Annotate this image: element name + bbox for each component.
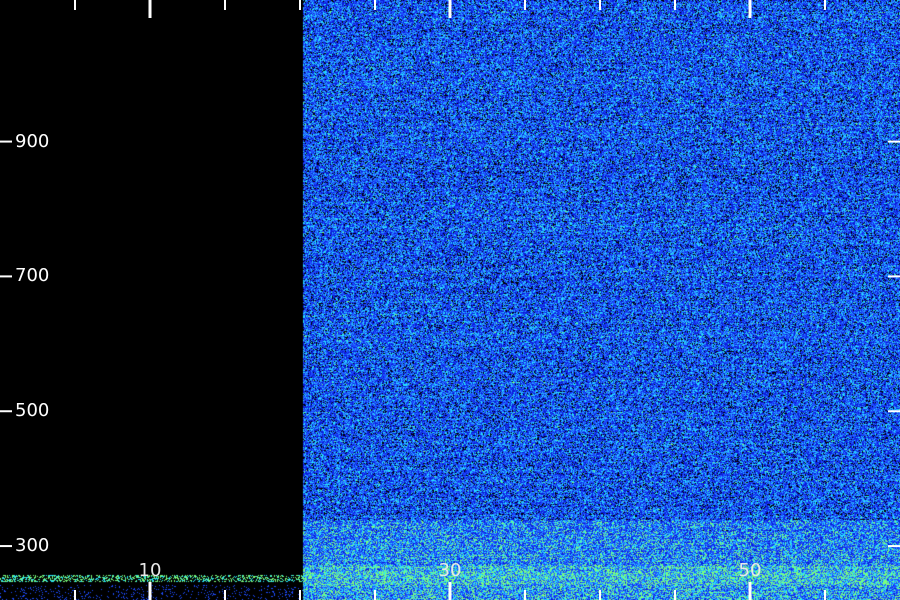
axes-layer (0, 0, 900, 600)
spectrogram-plot: 300 500 700 900 10 30 50 (0, 0, 900, 600)
y-tick-label: 300 (15, 535, 50, 557)
x-tick-label: 30 (438, 560, 462, 581)
y-tick-label: 500 (15, 400, 50, 422)
x-tick-label: 10 (138, 560, 162, 581)
x-tick-label: 50 (738, 560, 762, 581)
y-tick-label: 900 (15, 130, 50, 152)
y-tick-label: 700 (15, 265, 50, 287)
